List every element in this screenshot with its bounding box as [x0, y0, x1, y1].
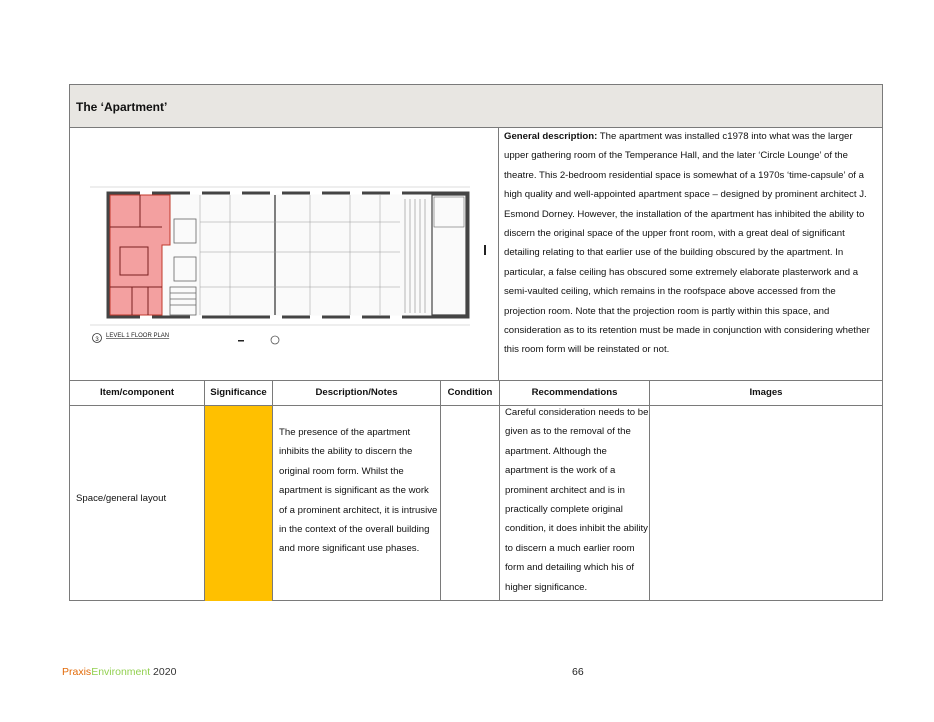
brand-praxis: Praxis [62, 666, 92, 678]
table-header-row: Item/component Significance Description/… [70, 380, 882, 406]
header-condition: Condition [441, 381, 500, 405]
significance-cell [205, 406, 273, 601]
images-cell [650, 406, 882, 601]
footer-year: 2020 [150, 666, 177, 678]
page-number: 66 [572, 666, 584, 678]
heritage-component-table: The ‘Apartment’ 3 LEVEL 1 FLOOR PLAN Gen… [69, 84, 883, 601]
general-description-cell: General description: The apartment was i… [499, 127, 882, 380]
condition-cell [441, 406, 500, 601]
section-title-bar: The ‘Apartment’ [70, 85, 882, 128]
header-description-notes: Description/Notes [273, 381, 441, 405]
notes-cell: The presence of the apartment inhibits t… [273, 406, 441, 601]
header-item-component: Item/component [70, 381, 205, 405]
plan-label-title: LEVEL 1 FLOOR PLAN [106, 333, 169, 339]
notes-text: The presence of the apartment inhibits t… [279, 427, 438, 555]
floor-plan-cell: 3 LEVEL 1 FLOOR PLAN [70, 127, 499, 380]
general-description-text: The apartment was installed c1978 into w… [504, 131, 870, 356]
header-recommendations: Recommendations [500, 381, 650, 405]
item-label: Space/general layout [76, 493, 167, 504]
floor-plan-drawing: 3 LEVEL 1 FLOOR PLAN [90, 186, 486, 345]
table-row: Space/general layout The presence of the… [70, 406, 882, 601]
header-images: Images [749, 387, 783, 398]
recommendations-cell: Careful consideration needs to be given … [500, 406, 650, 601]
brand-environment: Environment [91, 666, 151, 678]
general-description-lead: General description: [504, 131, 598, 142]
section-title: The ‘Apartment’ [76, 100, 168, 114]
footer-brand: PraxisEnvironment 2020 [62, 666, 176, 678]
item-cell: Space/general layout [70, 406, 205, 601]
general-description: General description: The apartment was i… [504, 127, 876, 360]
header-significance: Significance [205, 381, 273, 405]
recommendations-text: Careful consideration needs to be given … [505, 407, 649, 593]
